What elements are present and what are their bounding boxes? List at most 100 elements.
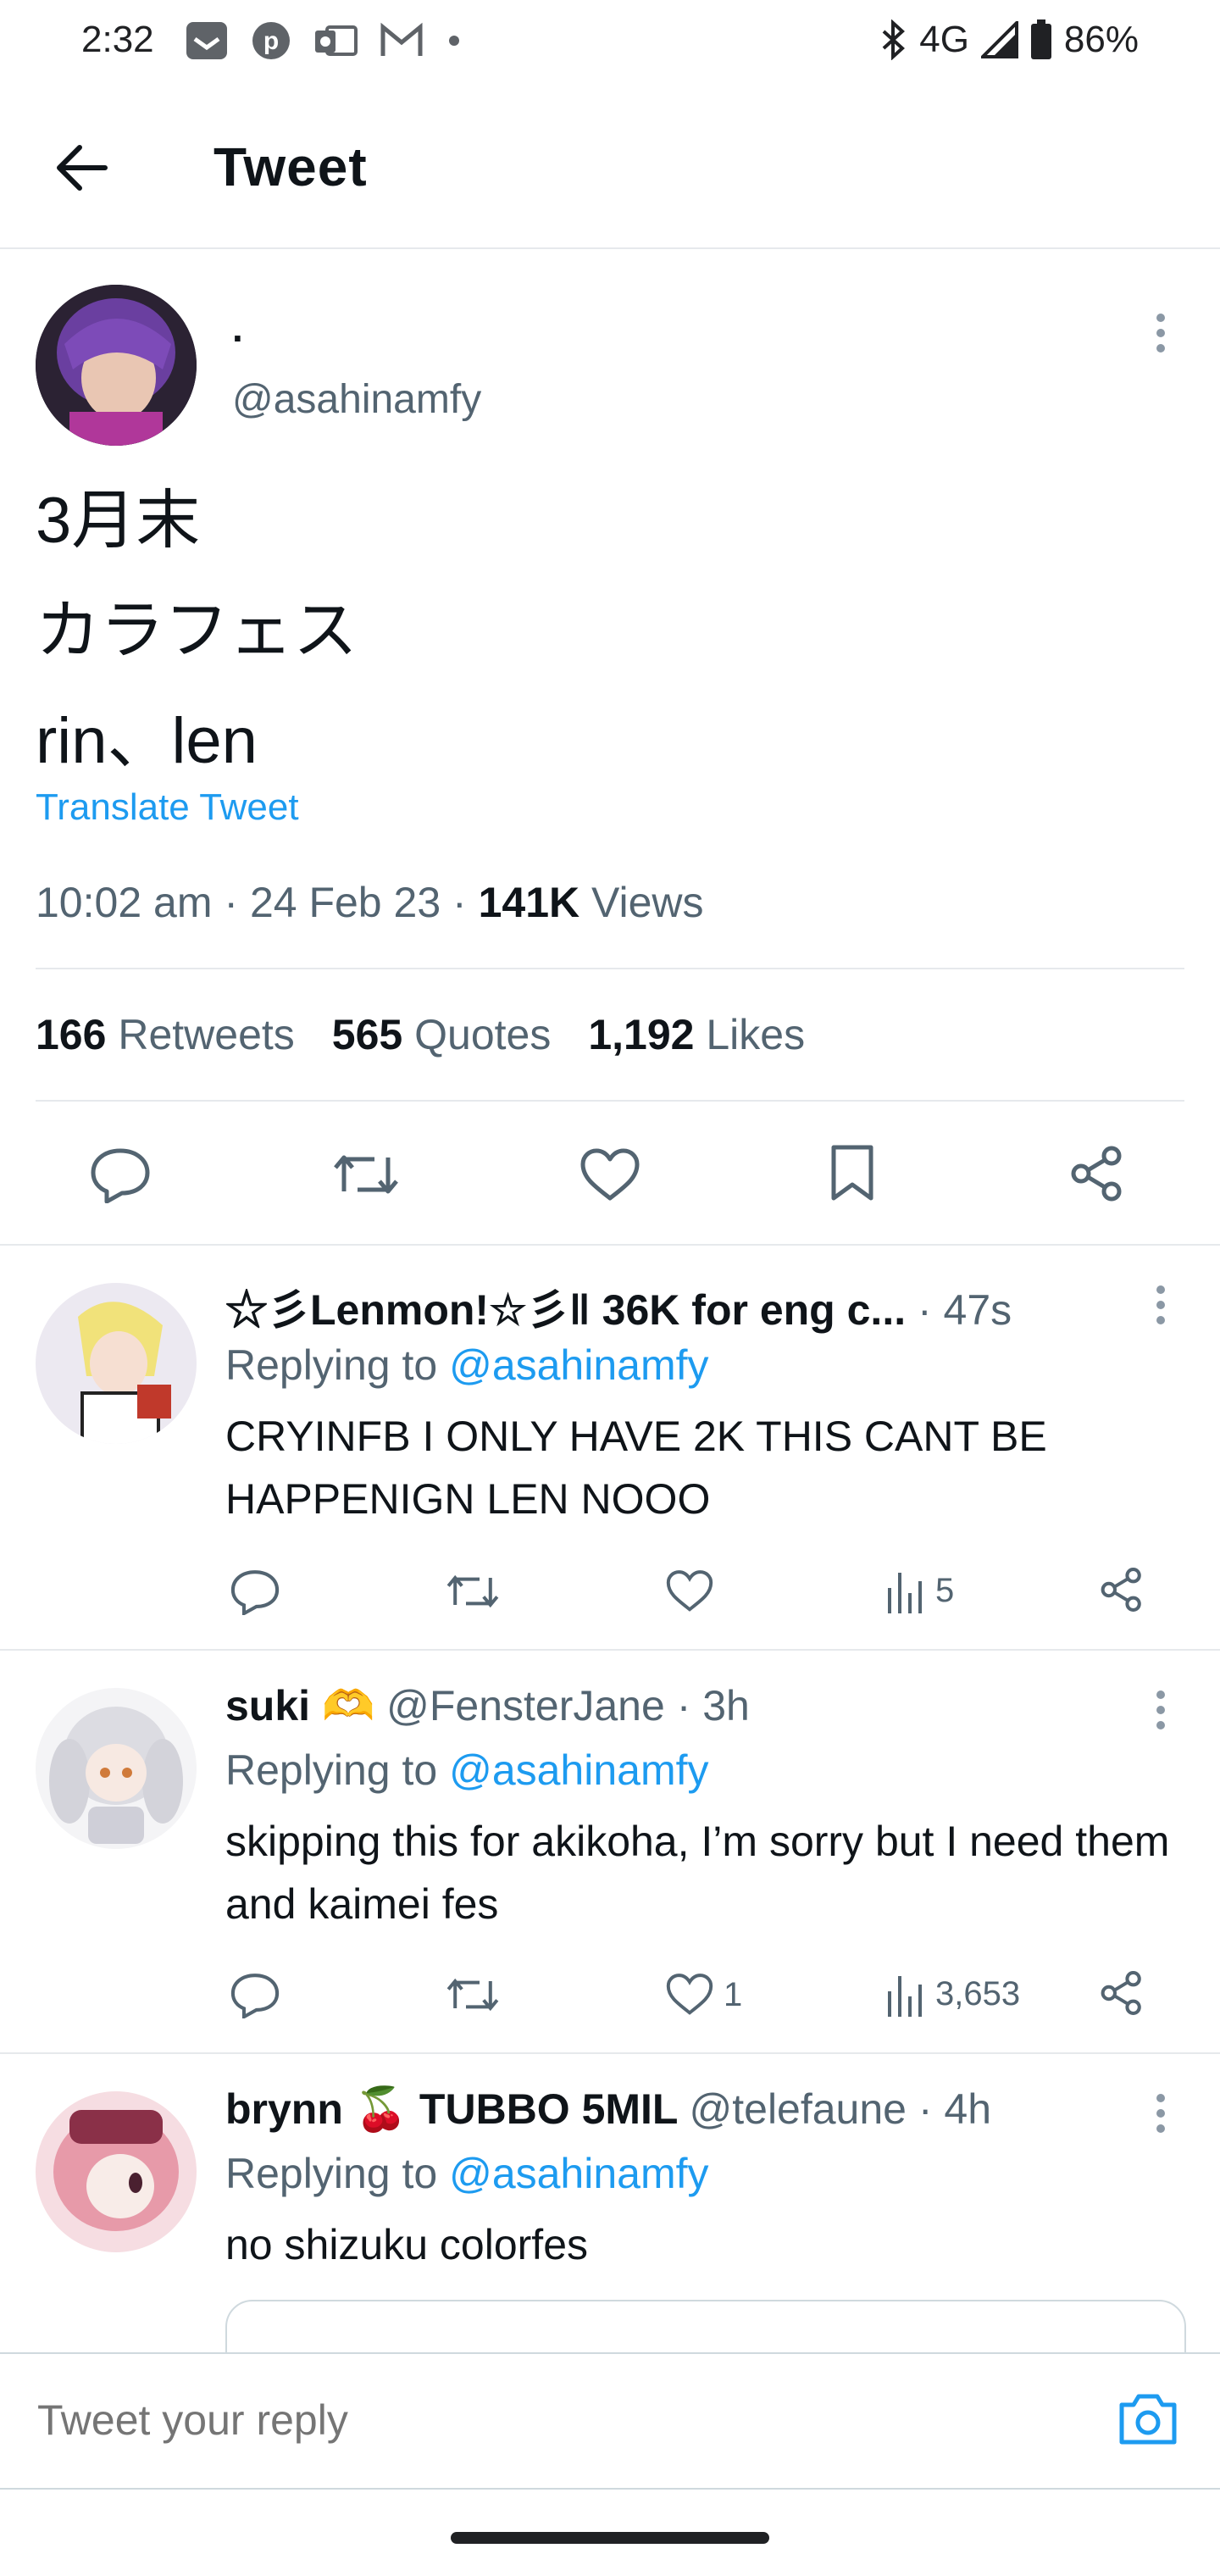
svg-text:p: p [263, 27, 279, 55]
reply-action-views[interactable]: 5 [884, 1568, 954, 1613]
author-name[interactable]: . [232, 305, 243, 351]
author-handle[interactable]: @asahinamfy [232, 376, 481, 423]
retweet-icon [446, 1978, 499, 2012]
tweet-stats: 166 Retweets 565 Quotes 1,192 Likes [36, 1010, 805, 1059]
retweets-label: Retweets [118, 1011, 295, 1058]
bookmark-button[interactable] [829, 1144, 876, 1203]
reply-action-share[interactable] [1098, 1969, 1145, 2017]
reply-name-text: ☆彡Lenmon!☆彡‖ 36K for eng c... [225, 1286, 907, 1334]
quotes-stat[interactable]: 565 Quotes [332, 1010, 552, 1059]
dot-icon [449, 36, 459, 46]
retweet-icon [446, 1574, 499, 1608]
views-count: 141K [478, 879, 580, 926]
reply-display-name[interactable]: brynn 🍒 TUBBO 5MIL @telefaune · 4h [225, 2085, 991, 2135]
app-header: Tweet [0, 85, 1220, 249]
home-indicator[interactable] [451, 2532, 769, 2544]
like-button[interactable] [578, 1147, 642, 1203]
more-vertical-icon [1156, 1285, 1165, 1324]
bookmark-icon [831, 1145, 873, 1201]
views-label: Views [591, 879, 704, 926]
signal-icon [980, 21, 1018, 58]
replying-to-link[interactable]: @asahinamfy [449, 1746, 708, 1794]
more-vertical-icon [1156, 1690, 1165, 1729]
meta-separator: · [224, 879, 239, 926]
tweet-more-button[interactable] [1144, 309, 1178, 360]
analytics-icon [888, 1976, 922, 2017]
like-count: 1 [724, 1975, 743, 2013]
system-status: 4G 86% [879, 19, 1139, 61]
avatar-image [36, 285, 197, 446]
views-count: 3,653 [935, 1974, 1021, 2012]
tweet-time[interactable]: 10:02 am [36, 879, 212, 926]
tweet-line: カラフェス [36, 595, 358, 667]
reply-action-views[interactable]: 3,653 [884, 1971, 1020, 2017]
camera-button[interactable] [1117, 2391, 1179, 2447]
avatar-image [36, 1283, 197, 1444]
replying-to: Replying to @asahinamfy [225, 1341, 709, 1390]
reply-tweet[interactable]: ☆彡Lenmon!☆彡‖ 36K for eng c... · 47s Repl… [0, 1246, 1220, 1649]
reply-tweet[interactable]: suki 🫶 @FensterJane · 3h Replying to @as… [0, 1651, 1220, 2052]
reply-text: skipping this for akikoha, I’m sorry but… [225, 1818, 1170, 1928]
media-card[interactable] [225, 2300, 1186, 2352]
share-icon [1101, 1971, 1141, 2015]
inbox-icon [186, 22, 227, 59]
reply-action-like[interactable]: 1 [664, 1973, 742, 2017]
comment-icon [230, 1570, 280, 1615]
reply-more-button[interactable] [1144, 1281, 1178, 1332]
retweet-button[interactable] [332, 1147, 400, 1202]
reply-more-button[interactable] [1144, 1686, 1178, 1737]
reply-button[interactable] [88, 1146, 152, 1203]
reply-name-text: suki 🫶 [225, 1682, 375, 1729]
reply-text: CRYINFB I ONLY HAVE 2K THIS CANT BE HAPP… [225, 1413, 1047, 1523]
reply-handle: @FensterJane [386, 1682, 665, 1729]
views-count: 5 [935, 1571, 955, 1609]
replying-to-link[interactable]: @asahinamfy [449, 2150, 708, 2197]
quotes-label: Quotes [414, 1011, 552, 1058]
replying-to: Replying to @asahinamfy [225, 1746, 709, 1795]
reply-action-retweet[interactable] [446, 1973, 500, 2017]
author-avatar[interactable] [36, 285, 197, 446]
reply-action-reply[interactable] [229, 1971, 281, 2018]
reply-avatar[interactable] [36, 1688, 197, 1849]
status-bar: 2:32 p 4G 86% [0, 0, 1220, 85]
battery-level: 86% [1063, 19, 1139, 60]
battery-icon [1030, 19, 1051, 59]
tweet-meta: 10:02 am · 24 Feb 23 · 141K Views [36, 878, 704, 927]
reply-handle: @telefaune [689, 2085, 907, 2133]
reply-composer [0, 2352, 1220, 2490]
reply-avatar[interactable] [36, 1283, 197, 1444]
reply-more-button[interactable] [1144, 2090, 1178, 2140]
camera-icon [1119, 2394, 1177, 2445]
page-title: Tweet [214, 136, 368, 197]
replying-label: Replying to [225, 1341, 438, 1389]
reply-tweet[interactable]: brynn 🍒 TUBBO 5MIL @telefaune · 4h Reply… [0, 2054, 1220, 2352]
quotes-count: 565 [331, 1011, 403, 1058]
reply-display-name[interactable]: ☆彡Lenmon!☆彡‖ 36K for eng c... · 47s [225, 1276, 1012, 1337]
replying-to-link[interactable]: @asahinamfy [449, 1341, 708, 1389]
reply-input[interactable] [36, 2395, 1056, 2446]
bluetooth-icon [882, 19, 906, 60]
network-type: 4G [919, 19, 969, 60]
reply-avatar[interactable] [36, 2091, 197, 2252]
reply-display-name[interactable]: suki 🫶 @FensterJane · 3h [225, 1681, 750, 1731]
notification-icons: p [185, 20, 463, 61]
reply-action-retweet[interactable] [446, 1569, 500, 1613]
outlook-icon [315, 25, 358, 56]
replying-label: Replying to [225, 2150, 438, 2197]
avatar-image [36, 1688, 197, 1849]
reply-action-reply[interactable] [229, 1568, 281, 1615]
tweet-date[interactable]: 24 Feb 23 [250, 879, 441, 926]
replying-label: Replying to [225, 1746, 438, 1794]
reply-action-share[interactable] [1098, 1566, 1145, 1613]
retweets-stat[interactable]: 166 Retweets [36, 1010, 295, 1059]
reply-name-text: brynn 🍒 TUBBO 5MIL [225, 2085, 678, 2133]
likes-stat[interactable]: 1,192 Likes [588, 1010, 805, 1059]
back-arrow-icon [57, 145, 108, 191]
reply-action-like[interactable] [664, 1569, 724, 1613]
reply-time: · 47s [918, 1286, 1012, 1334]
tweet-line: rin、len [36, 705, 258, 777]
translate-tweet-link[interactable]: Translate Tweet [36, 786, 299, 829]
back-button[interactable] [53, 137, 114, 198]
share-button[interactable] [1068, 1144, 1127, 1203]
tweet-text: 3月末 カラフェス rin、len [36, 466, 358, 797]
